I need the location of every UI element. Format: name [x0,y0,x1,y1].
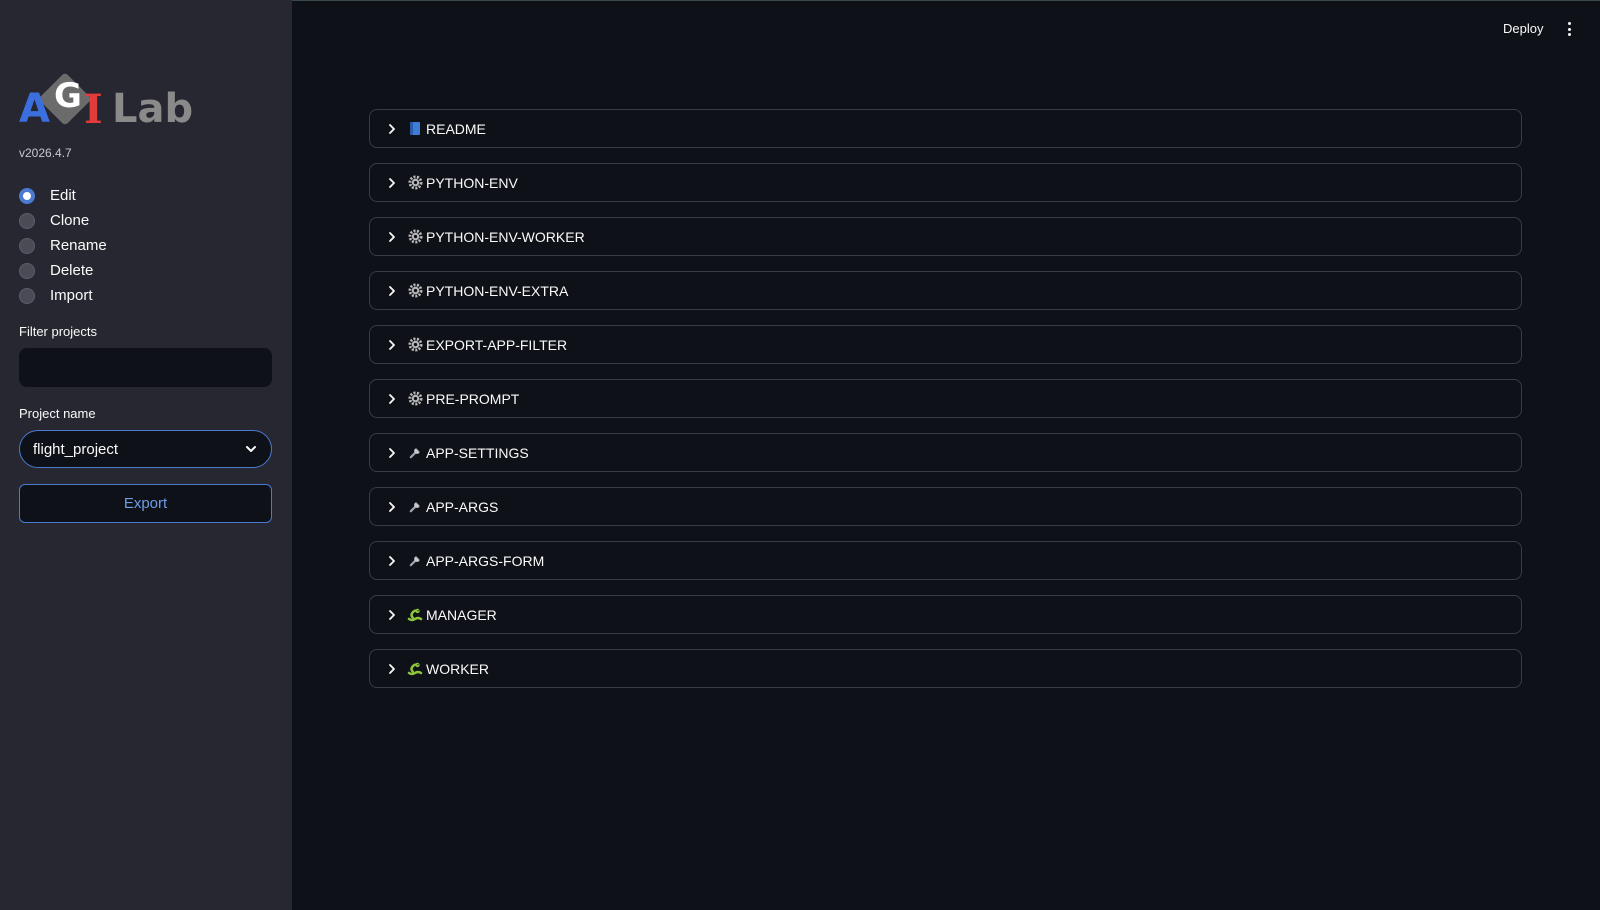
chevron-right-icon [389,501,395,512]
radio-rename[interactable]: Rename [19,233,107,258]
export-button[interactable]: Export [19,484,272,523]
chevron-right-icon [389,177,395,188]
logo-letter-a: A [19,86,50,132]
wrench-icon [407,445,423,461]
gear-icon [407,391,423,407]
snake-icon [407,607,423,623]
snake-icon [407,661,423,677]
sidebar: A G I Lab v2026.4.7 Edit Clone Rename De… [0,0,292,910]
chevron-right-icon [389,339,395,350]
expander-label: EXPORT-APP-FILTER [426,336,568,353]
chevron-right-icon [389,393,395,404]
expander-label: APP-SETTINGS [426,444,529,461]
wrench-icon [407,499,423,515]
expander-readme[interactable]: README [369,109,1522,148]
expander-worker[interactable]: WORKER [369,649,1522,688]
chevron-right-icon [389,231,395,242]
gear-icon [407,283,423,299]
version-label: v2026.4.7 [19,146,72,160]
expander-label: WORKER [426,660,489,677]
chevron-right-icon [389,285,395,296]
expander-list: README PYTHON-ENV PYTHON-ENV-WORKER PYTH… [369,109,1522,703]
expander-pre-prompt[interactable]: PRE-PROMPT [369,379,1522,418]
expander-app-args-form[interactable]: APP-ARGS-FORM [369,541,1522,580]
radio-label: Edit [50,187,76,204]
chevron-right-icon [389,555,395,566]
chevron-right-icon [389,123,395,134]
expander-app-args[interactable]: APP-ARGS [369,487,1522,526]
chevron-down-icon [246,446,256,452]
radio-dot[interactable] [19,262,35,279]
expander-label: PYTHON-ENV-EXTRA [426,282,569,299]
expander-export-app-filter[interactable]: EXPORT-APP-FILTER [369,325,1522,364]
radio-edit[interactable]: Edit [19,183,107,208]
radio-dot[interactable] [19,212,35,229]
project-name-label: Project name [19,406,96,421]
chevron-right-icon [389,609,395,620]
radio-dot[interactable] [19,287,35,304]
logo-letter-i: I [84,86,103,133]
radio-label: Clone [50,212,90,229]
expander-label: APP-ARGS [426,498,499,515]
expander-label: MANAGER [426,606,497,623]
gear-icon [407,175,423,191]
radio-label: Delete [50,262,94,279]
filter-projects-input[interactable] [19,348,272,387]
chevron-right-icon [389,663,395,674]
expander-python-env-worker[interactable]: PYTHON-ENV-WORKER [369,217,1522,256]
radio-dot[interactable] [19,237,35,254]
project-name-select[interactable]: flight_project [19,430,272,468]
chevron-right-icon [389,447,395,458]
deploy-button[interactable]: Deploy [1503,21,1543,36]
expander-label: PRE-PROMPT [426,390,520,407]
radio-label: Import [50,287,93,304]
expander-label: PYTHON-ENV-WORKER [426,228,585,245]
expander-label: APP-ARGS-FORM [426,552,545,569]
logo-letter-g: G [54,76,82,116]
wrench-icon [407,553,423,569]
logo-word-lab: Lab [112,86,194,132]
filter-projects-label: Filter projects [19,324,98,339]
gear-icon [407,229,423,245]
expander-app-settings[interactable]: APP-SETTINGS [369,433,1522,472]
expander-manager[interactable]: MANAGER [369,595,1522,634]
project-name-value: flight_project [33,440,119,458]
action-radio-group: Edit Clone Rename Delete Import [19,183,107,308]
radio-label: Rename [50,237,107,254]
expander-python-env-extra[interactable]: PYTHON-ENV-EXTRA [369,271,1522,310]
expander-label: PYTHON-ENV [426,174,518,191]
agi-lab-logo: A G I Lab [19,72,193,134]
radio-clone[interactable]: Clone [19,208,107,233]
expander-python-env[interactable]: PYTHON-ENV [369,163,1522,202]
book-icon [407,121,423,137]
radio-delete[interactable]: Delete [19,258,107,283]
expander-label: README [426,120,486,137]
radio-import[interactable]: Import [19,283,107,308]
radio-dot[interactable] [19,187,35,204]
main-menu-icon[interactable] [1564,22,1574,38]
gear-icon [407,337,423,353]
